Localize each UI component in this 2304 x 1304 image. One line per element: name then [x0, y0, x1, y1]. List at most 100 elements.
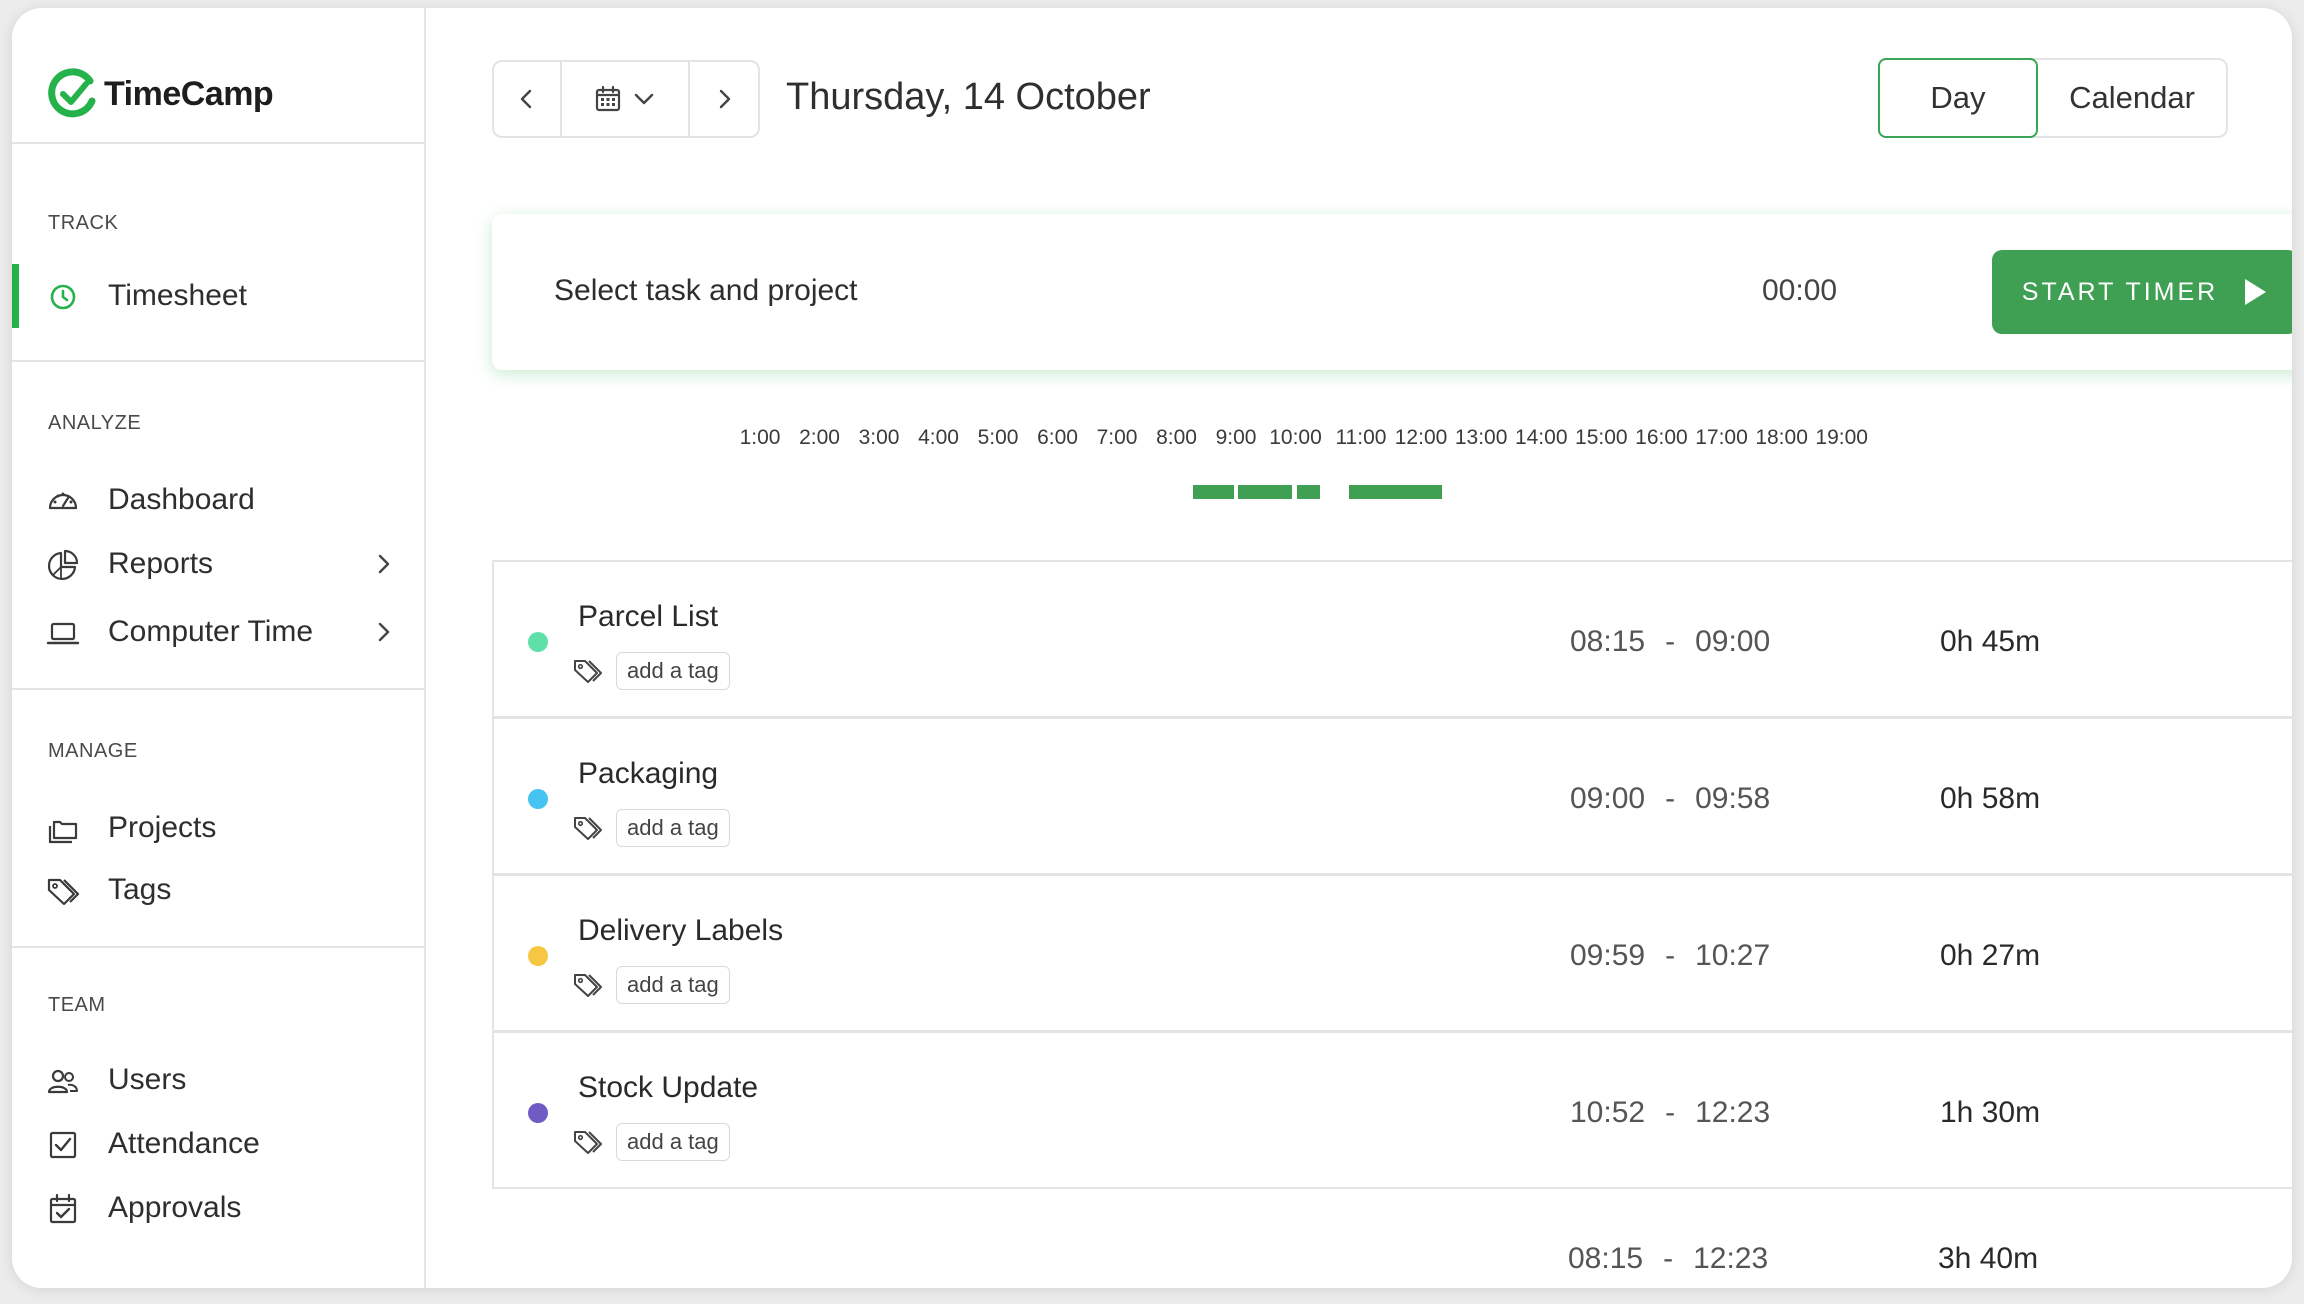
- timeline-hour-label: 9:00: [1215, 426, 1257, 449]
- clock-icon: [46, 280, 80, 314]
- task-project-selector[interactable]: Select task and project: [554, 274, 858, 308]
- sidebar-heading-team: TEAM: [48, 994, 106, 1016]
- users-icon: [46, 1064, 80, 1098]
- range-separator: -: [1665, 625, 1676, 658]
- tags-icon: [46, 874, 80, 908]
- play-icon: [2245, 279, 2267, 305]
- timeline-hour-label: 1:00: [739, 426, 781, 449]
- chevron-left-icon: [520, 89, 532, 109]
- sidebar-item-label: Computer Time: [108, 615, 314, 648]
- timeline-hour-label: 17:00: [1695, 426, 1748, 449]
- sidebar-item-computer-time[interactable]: Computer Time: [12, 604, 426, 660]
- task-name[interactable]: Packaging: [578, 757, 718, 791]
- sidebar-item-reports[interactable]: Reports: [12, 536, 426, 592]
- timeline-hour-label: 13:00: [1454, 426, 1508, 449]
- entry-end: 09:00: [1695, 625, 1771, 658]
- next-day-button[interactable]: [690, 62, 758, 136]
- start-timer-button[interactable]: START TIMER: [1992, 250, 2292, 334]
- timeline-entry-bar[interactable]: [1238, 485, 1292, 499]
- tag-icon: [572, 813, 606, 843]
- main-content: Thursday, 14 October Day Calendar Select…: [428, 8, 2292, 1288]
- sidebar-divider: [12, 946, 426, 948]
- sidebar-item-users[interactable]: Users: [12, 1052, 426, 1108]
- entry-time-range[interactable]: 09:59-10:27: [1570, 939, 1770, 973]
- page-title: Thursday, 14 October: [786, 76, 1151, 118]
- entry-start: 09:00: [1570, 782, 1646, 815]
- chevron-right-icon: [372, 551, 396, 577]
- task-name[interactable]: Parcel List: [578, 600, 718, 634]
- entry-end: 09:58: [1695, 782, 1771, 815]
- entry-start: 10:52: [1570, 1096, 1646, 1129]
- timer-elapsed: 00:00: [1762, 274, 1838, 307]
- task-name[interactable]: Stock Update: [578, 1071, 758, 1105]
- total-start: 08:15: [1568, 1242, 1644, 1275]
- sidebar-item-tags[interactable]: Tags: [12, 862, 426, 918]
- timer-bar: Select task and project 00:00 START TIME…: [492, 214, 2292, 370]
- timeline-hour-label: 12:00: [1394, 426, 1448, 449]
- time-entry-row[interactable]: Parcel List add a tag 08:15-09:00 0h 45m: [492, 560, 2292, 718]
- sidebar-heading-track: TRACK: [48, 212, 119, 234]
- tag-icon: [572, 1127, 606, 1157]
- time-entry-row[interactable]: Delivery Labels add a tag 09:59-10:27 0h 27…: [492, 874, 2292, 1032]
- timeline-hour-label: 10:00: [1269, 426, 1322, 449]
- sidebar-item-label: Dashboard: [108, 483, 255, 516]
- timeline-hour-label: 4:00: [918, 426, 959, 449]
- entry-end: 10:27: [1695, 939, 1771, 972]
- folders-icon: [46, 812, 80, 846]
- add-tag-button[interactable]: add a tag: [616, 809, 730, 847]
- sidebar-item-label: Tags: [108, 873, 172, 906]
- sidebar-item-timesheet[interactable]: Timesheet: [12, 264, 426, 328]
- timeline-hour-label: 2:00: [799, 426, 840, 449]
- sidebar-item-label: Attendance: [108, 1127, 260, 1160]
- time-entry-row[interactable]: Packaging add a tag 09:00-09:58 0h 58m: [492, 717, 2292, 875]
- total-end: 12:23: [1693, 1242, 1769, 1275]
- sidebar-item-projects[interactable]: Projects: [12, 800, 426, 856]
- sidebar-item-dashboard[interactable]: Dashboard: [12, 472, 426, 528]
- sidebar-item-label: Users: [108, 1063, 187, 1096]
- time-entry-row[interactable]: Stock Update add a tag 10:52-12:23 1h 30m: [492, 1031, 2292, 1189]
- previous-day-button[interactable]: [494, 62, 562, 136]
- timeline-hour-label: 3:00: [858, 426, 900, 449]
- range-separator: -: [1665, 782, 1676, 815]
- project-color-dot: [528, 1103, 548, 1123]
- tab-day[interactable]: Day: [1878, 58, 2038, 138]
- range-separator: -: [1665, 939, 1676, 972]
- timeline-entry-bar[interactable]: [1349, 485, 1443, 499]
- tab-calendar[interactable]: Calendar: [2038, 60, 2226, 136]
- entry-start: 08:15: [1570, 625, 1646, 658]
- task-name[interactable]: Delivery Labels: [578, 914, 783, 948]
- date-picker-button[interactable]: [562, 62, 690, 136]
- sidebar-divider: [12, 142, 426, 144]
- add-tag-button[interactable]: add a tag: [616, 652, 730, 690]
- sidebar-item-label: Projects: [108, 811, 217, 844]
- add-tag-button[interactable]: add a tag: [616, 1123, 730, 1161]
- view-toggle: Day Calendar: [1878, 58, 2228, 138]
- pie-chart-icon: [46, 548, 80, 582]
- timeline-hour-label: 6:00: [1037, 426, 1078, 449]
- sidebar-item-attendance[interactable]: Attendance: [12, 1116, 426, 1172]
- timeline-hour-label: 11:00: [1335, 426, 1387, 449]
- timeline-entry-bar[interactable]: [1296, 485, 1321, 499]
- entry-duration[interactable]: 0h 58m: [1940, 782, 2040, 816]
- sidebar: TimeCamp TRACK Timesheet ANALYZE Dashboa…: [12, 8, 426, 1288]
- entry-time-range[interactable]: 10:52-12:23: [1570, 1096, 1770, 1130]
- timeline-entry-bar[interactable]: [1193, 485, 1234, 499]
- start-timer-label: START TIMER: [2021, 277, 2219, 306]
- entry-time-range[interactable]: 08:15-09:00: [1570, 625, 1770, 659]
- range-separator: -: [1665, 1096, 1676, 1129]
- logo-text: TimeCamp: [104, 74, 274, 113]
- entry-duration[interactable]: 0h 45m: [1940, 625, 2040, 659]
- entry-start: 09:59: [1570, 939, 1646, 972]
- entry-duration[interactable]: 0h 27m: [1940, 939, 2040, 973]
- timeline-hour-label: 15:00: [1575, 426, 1628, 449]
- add-tag-button[interactable]: add a tag: [616, 966, 730, 1004]
- sidebar-heading-manage: MANAGE: [48, 740, 138, 762]
- calendar-check-icon: [46, 1192, 80, 1226]
- sidebar-divider: [12, 360, 426, 362]
- entry-time-range[interactable]: 09:00-09:58: [1570, 782, 1770, 816]
- sidebar-item-approvals[interactable]: Approvals: [12, 1180, 426, 1236]
- logo[interactable]: TimeCamp: [46, 64, 274, 124]
- timeline-hour-label: 5:00: [977, 426, 1019, 449]
- app-window: TimeCamp TRACK Timesheet ANALYZE Dashboa…: [12, 8, 2292, 1288]
- entry-duration[interactable]: 1h 30m: [1940, 1096, 2040, 1130]
